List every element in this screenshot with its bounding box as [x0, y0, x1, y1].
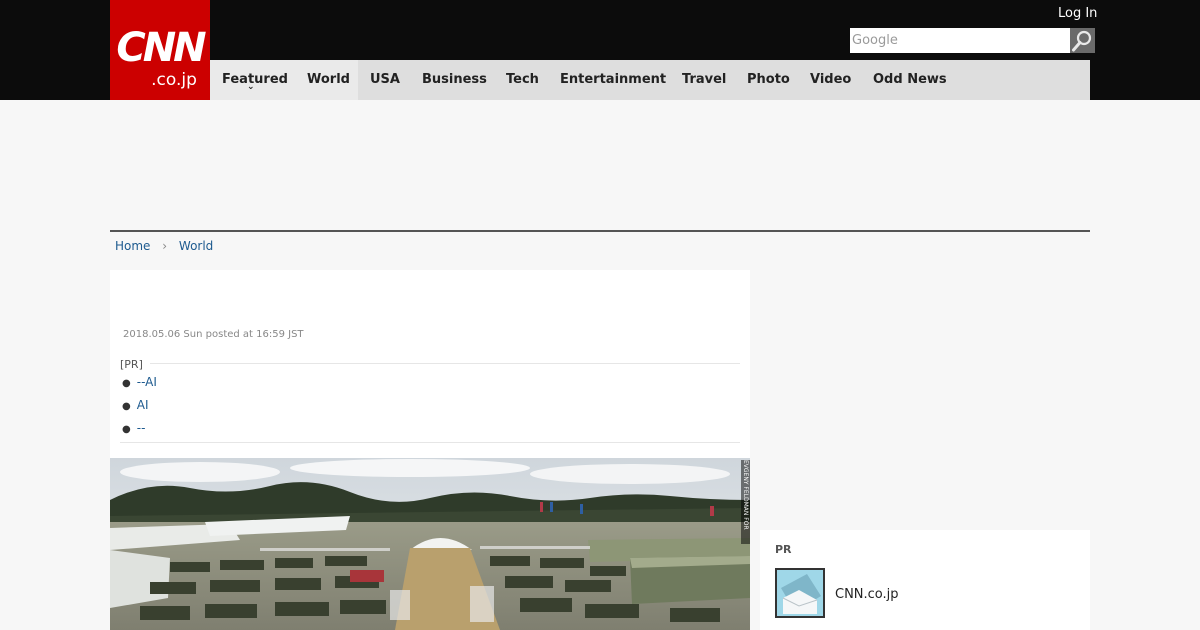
site-header: CNN .co.jp Log In Featured ⌄ World USA B… — [0, 0, 1200, 100]
military-expo-photo — [110, 458, 750, 630]
nav-item-featured[interactable]: Featured ⌄ — [210, 60, 295, 100]
pr-bottom-divider — [120, 442, 740, 443]
chevron-down-icon: ⌄ — [247, 82, 255, 92]
search-icon — [1072, 30, 1092, 52]
pr-label: [PR] — [120, 358, 143, 371]
chevron-right-icon: › — [162, 238, 168, 253]
cnn-logo[interactable]: CNN .co.jp — [110, 0, 210, 100]
login-link[interactable]: Log In — [1058, 6, 1097, 21]
article-card: 2018.05.06 Sun posted at 16:59 JST [PR] … — [110, 270, 750, 630]
nav-item-travel[interactable]: Travel — [670, 60, 738, 100]
breadcrumb: Home › World — [115, 238, 213, 253]
bullet-icon: ● — [122, 378, 131, 389]
article-date: 2018.05.06 Sun posted at 16:59 JST — [123, 329, 304, 340]
sidebar-pr-title: PR — [775, 543, 792, 556]
search-button[interactable] — [1070, 28, 1095, 53]
sidebar-pr-box: PR CNN.co.jp — [760, 530, 1090, 630]
pr-thumbnail[interactable] — [775, 568, 825, 618]
pr-link-text: --AI — [136, 375, 157, 389]
nav-item-video[interactable]: Video — [798, 60, 863, 100]
nav-item-entertainment[interactable]: Entertainment — [548, 60, 678, 100]
nav-item-usa[interactable]: USA — [358, 60, 412, 100]
nav-item-tech[interactable]: Tech — [494, 60, 551, 100]
breadcrumb-home[interactable]: Home — [115, 239, 150, 253]
nav-item-world[interactable]: World — [295, 60, 358, 100]
nav-item-odd-news[interactable]: Odd News — [861, 60, 959, 100]
section-divider — [110, 230, 1090, 232]
pr-link-1[interactable]: ● --AI — [122, 375, 157, 389]
photo-credit: EVGENY FELDMAN FOR CNN — [741, 460, 750, 544]
pr-link-text: -- — [136, 421, 146, 435]
breadcrumb-world[interactable]: World — [179, 239, 213, 253]
pr-link-text: AI — [136, 398, 149, 412]
sidebar-pr-link[interactable]: CNN.co.jp — [835, 587, 899, 602]
nav-item-photo[interactable]: Photo — [735, 60, 802, 100]
pr-link-2[interactable]: ● AI — [122, 398, 148, 412]
pr-divider — [150, 363, 740, 364]
main-nav: Featured ⌄ World USA Business Tech Enter… — [210, 60, 1090, 100]
logo-mark: CNN — [116, 25, 206, 71]
pr-link-3[interactable]: ● -- — [122, 421, 145, 435]
logo-domain: .co.jp — [151, 70, 197, 90]
article-photo: EVGENY FELDMAN FOR CNN — [110, 458, 750, 630]
phone-mail-icon — [777, 570, 823, 616]
search-input[interactable] — [850, 28, 1070, 53]
bullet-icon: ● — [122, 401, 131, 412]
nav-item-business[interactable]: Business — [410, 60, 499, 100]
bullet-icon: ● — [122, 424, 131, 435]
nav-item-label: Featured — [222, 72, 288, 87]
